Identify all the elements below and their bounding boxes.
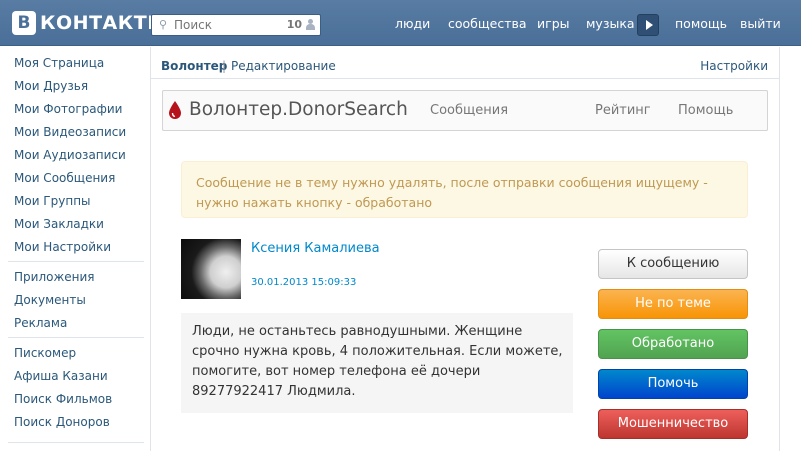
sidebar-divider bbox=[8, 442, 144, 443]
message-date: 30.01.2013 15:09:33 bbox=[251, 277, 357, 288]
processed-button[interactable]: Обработано bbox=[598, 329, 748, 359]
nav-music[interactable]: музыка bbox=[586, 16, 635, 31]
sidebar-item-audio[interactable]: Мои Аудиозаписи bbox=[14, 148, 126, 162]
left-sidebar: Моя Страница Мои Друзья Мои Фотографии М… bbox=[0, 47, 150, 451]
sidebar-item-groups[interactable]: Мои Группы bbox=[14, 194, 91, 208]
sidebar-item-donors[interactable]: Поиск Доноров bbox=[14, 415, 110, 429]
nav-games[interactable]: игры bbox=[537, 16, 570, 31]
sidebar-item-ads[interactable]: Реклама bbox=[14, 316, 67, 330]
alert-text: Сообщение не в тему нужно удалять, после… bbox=[196, 175, 708, 210]
settings-link[interactable]: Настройки bbox=[700, 59, 768, 73]
sidebar-item-afisha[interactable]: Афиша Казани bbox=[14, 369, 108, 383]
nav-communities[interactable]: сообщества bbox=[448, 16, 527, 31]
brand-title[interactable]: Волонтер.DonorSearch bbox=[189, 99, 408, 120]
info-alert: Сообщение не в тему нужно удалять, после… bbox=[181, 161, 748, 218]
sidebar-item-my-page[interactable]: Моя Страница bbox=[14, 56, 104, 70]
content-border-left bbox=[150, 47, 151, 451]
sidebar-item-settings[interactable]: Мои Настройки bbox=[14, 240, 111, 254]
sidebar-divider bbox=[8, 337, 144, 338]
nav-people[interactable]: люди bbox=[395, 16, 430, 31]
sidebar-item-videos[interactable]: Мои Видеозаписи bbox=[14, 125, 126, 139]
user-icon bbox=[306, 19, 315, 30]
breadcrumb-separator: | bbox=[222, 59, 227, 73]
sidebar-item-bookmarks[interactable]: Мои Закладки bbox=[14, 217, 104, 231]
author-name[interactable]: Ксения Камалиева bbox=[251, 241, 380, 256]
search-count: 10 bbox=[286, 18, 302, 31]
message-box: Люди, не останьтесь равнодушными. Женщин… bbox=[181, 313, 573, 413]
play-icon[interactable] bbox=[637, 14, 659, 36]
sidebar-item-messages[interactable]: Мои Сообщения bbox=[14, 171, 115, 185]
sidebar-item-photos[interactable]: Мои Фотографии bbox=[14, 102, 122, 116]
nav-help[interactable]: помощь bbox=[675, 16, 727, 31]
vk-logo[interactable]: В КОНТАКТЕ bbox=[12, 11, 161, 35]
sidebar-item-documents[interactable]: Документы bbox=[14, 293, 86, 307]
logo-badge: В bbox=[12, 11, 36, 35]
app-navbar: Волонтер.DonorSearch Сообщения Рейтинг П… bbox=[162, 90, 768, 131]
sidebar-divider bbox=[8, 261, 144, 262]
blood-drop-icon bbox=[169, 101, 181, 119]
to-message-button[interactable]: К сообщению bbox=[598, 249, 748, 279]
search-input[interactable] bbox=[174, 17, 284, 33]
search-box[interactable]: ⚲ 10 bbox=[151, 14, 321, 36]
search-icon: ⚲ bbox=[159, 18, 168, 31]
content-border-right bbox=[779, 47, 780, 451]
app-header: Волонтер | Редактирование Настройки bbox=[151, 47, 779, 79]
breadcrumb-app[interactable]: Волонтер bbox=[161, 59, 227, 73]
nav-logout[interactable]: выйти bbox=[740, 16, 781, 31]
help-button[interactable]: Помочь bbox=[598, 369, 748, 399]
message-text: Люди, не останьтесь равнодушными. Женщин… bbox=[192, 324, 563, 399]
top-bar: В КОНТАКТЕ ⚲ 10 люди сообщества игры муз… bbox=[0, 0, 801, 46]
sidebar-item-piskomer[interactable]: Пискомер bbox=[14, 346, 76, 360]
avatar[interactable] bbox=[181, 239, 241, 299]
off-topic-button[interactable]: Не по теме bbox=[598, 289, 748, 319]
tab-help[interactable]: Помощь bbox=[678, 103, 733, 118]
tab-messages[interactable]: Сообщения bbox=[430, 103, 508, 118]
breadcrumb-page[interactable]: Редактирование bbox=[231, 59, 336, 73]
sidebar-item-movies[interactable]: Поиск Фильмов bbox=[14, 392, 112, 406]
tab-rating[interactable]: Рейтинг bbox=[595, 103, 651, 118]
sidebar-item-friends[interactable]: Мои Друзья bbox=[14, 79, 88, 93]
logo-text: КОНТАКТЕ bbox=[40, 12, 161, 34]
fraud-button[interactable]: Мошенничество bbox=[598, 409, 748, 439]
sidebar-item-apps[interactable]: Приложения bbox=[14, 270, 95, 284]
